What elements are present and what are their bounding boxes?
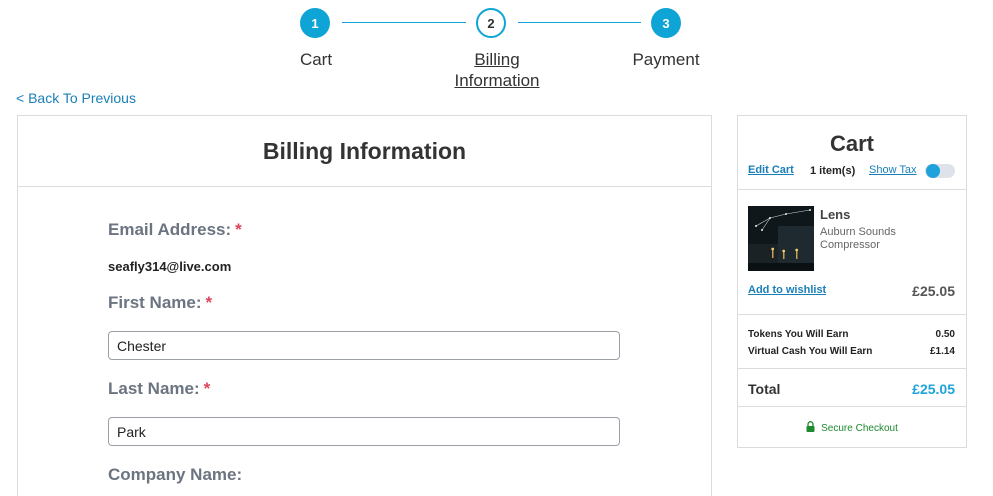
add-to-wishlist-link[interactable]: Add to wishlist	[748, 284, 826, 296]
step-2-label[interactable]: Billing Information	[436, 49, 558, 91]
last-name-field[interactable]	[108, 417, 620, 446]
secure-checkout-label: Secure Checkout	[821, 423, 898, 434]
billing-header: Billing Information	[18, 116, 711, 187]
required-asterisk: *	[235, 220, 242, 239]
cart-meta-row: Edit Cart 1 item(s) Show Tax	[748, 164, 956, 180]
step-3-circle[interactable]: 3	[651, 8, 681, 38]
required-asterisk: *	[205, 293, 213, 312]
company-name-label-text: Company Name:	[108, 465, 243, 484]
page-title: Billing Information	[262, 137, 467, 164]
step-1-label[interactable]: Cart	[276, 49, 356, 70]
edit-cart-link[interactable]: Edit Cart	[748, 164, 794, 176]
item-count: 1 item(s)	[810, 165, 856, 177]
first-name-label-text: First Name:	[108, 293, 202, 312]
product-price: £25.05	[912, 283, 955, 299]
required-asterisk: *	[203, 379, 211, 398]
product-name[interactable]: Lens	[820, 207, 850, 222]
total-value: £25.05	[912, 381, 955, 397]
virtual-cash-value: £1.14	[929, 346, 955, 357]
step-2-circle[interactable]: 2	[476, 8, 506, 38]
step-connector-2	[518, 22, 641, 23]
divider	[738, 368, 966, 369]
checkout-stepper: 1 2 3 Cart Billing Information Payment	[0, 8, 993, 98]
email-label: Email Address: *	[108, 220, 242, 240]
step-1-circle[interactable]: 1	[300, 8, 330, 38]
step-2-label-line2: Information	[454, 71, 540, 90]
divider	[738, 189, 966, 190]
step-2-label-line1: Billing	[474, 50, 520, 69]
first-name-field[interactable]	[108, 331, 620, 360]
back-to-previous-link[interactable]: < Back To Previous	[16, 90, 136, 106]
lock-icon	[806, 421, 815, 435]
virtual-cash-label: Virtual Cash You Will Earn	[748, 346, 873, 357]
email-label-text: Email Address:	[108, 220, 232, 239]
step-3-label[interactable]: Payment	[616, 49, 716, 70]
product-vendor: Auburn Sounds Compressor	[820, 226, 896, 251]
cart-summary: Cart Edit Cart 1 item(s) Show Tax Lens A…	[737, 115, 967, 448]
billing-panel: Billing Information Email Address: * seaf…	[17, 115, 712, 496]
show-tax-toggle[interactable]	[925, 164, 955, 178]
last-name-label-text: Last Name:	[108, 379, 200, 398]
secure-checkout: Secure Checkout	[738, 421, 966, 435]
cart-title: Cart	[829, 131, 874, 156]
last-name-label: Last Name: *	[108, 379, 210, 399]
tokens-earn-label: Tokens You Will Earn	[748, 329, 849, 340]
email-value: seafly314@live.com	[108, 259, 232, 274]
divider	[738, 314, 966, 315]
divider	[738, 406, 966, 407]
tokens-earn-value: 0.50	[935, 329, 955, 340]
show-tax-link[interactable]: Show Tax	[869, 164, 917, 176]
total-label: Total	[748, 381, 781, 397]
product-image-icon	[748, 206, 814, 271]
step-connector-1	[342, 22, 466, 23]
company-name-label: Company Name:	[108, 465, 242, 485]
first-name-label: First Name: *	[108, 293, 212, 313]
toggle-knob	[926, 164, 940, 178]
product-thumbnail[interactable]	[748, 206, 814, 271]
